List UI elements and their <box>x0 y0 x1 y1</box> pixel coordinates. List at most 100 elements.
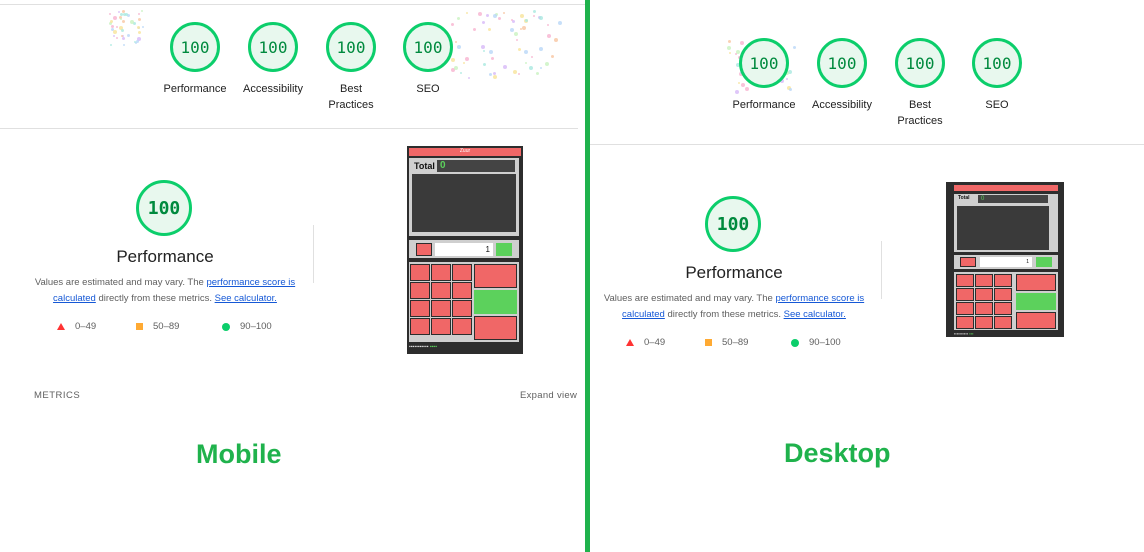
see-calculator-link[interactable]: See calculator. <box>215 293 277 304</box>
performance-title: Performance <box>685 263 783 282</box>
gauge-label: Accessibility <box>812 99 872 111</box>
confetti-dot <box>546 33 551 38</box>
gauge-best-practices[interactable]: 100 Best Practices <box>885 38 955 129</box>
confetti-dot <box>110 24 114 28</box>
thumb-key <box>410 318 430 335</box>
thumb-minus <box>416 243 432 256</box>
confetti-dot <box>467 76 470 79</box>
legend-average: 50–89 <box>705 337 748 348</box>
confetti-dot <box>126 34 130 38</box>
confetti-dot <box>513 32 518 37</box>
confetti-dot <box>523 49 528 54</box>
legend-pass: 90–100 <box>222 321 272 332</box>
confetti-dot <box>533 15 536 18</box>
confetti-dot <box>515 38 518 41</box>
confetti-dot <box>539 47 544 52</box>
confetti-dot <box>137 18 141 22</box>
expand-view-button[interactable]: Expand view <box>520 390 577 401</box>
legend-pass: 90–100 <box>791 337 841 348</box>
thumb-plus <box>1036 257 1052 267</box>
confetti-dot <box>121 20 125 24</box>
confetti-dot <box>123 44 126 47</box>
confetti-dot <box>492 74 497 79</box>
confetti-dot <box>140 10 143 13</box>
confetti-dot <box>540 67 543 70</box>
desktop-caption: Desktop <box>784 438 891 468</box>
confetti-dot <box>520 13 525 18</box>
thumb-footer: ▪▪▪▪▪▪▪▪▪▪ ▪▪▪ <box>954 331 974 336</box>
confetti-dot <box>536 72 539 76</box>
confetti-dot <box>518 47 522 51</box>
confetti-dot <box>550 54 554 58</box>
thumb-key <box>452 264 472 281</box>
see-calculator-link[interactable]: See calculator. <box>784 309 846 320</box>
confetti-dot <box>554 37 559 42</box>
vertical-separator <box>881 241 882 299</box>
performance-description: Values are estimated and may vary. The p… <box>34 277 296 304</box>
section-divider <box>590 144 1144 145</box>
confetti-dot <box>486 13 490 17</box>
top-border <box>0 4 585 5</box>
thumb-key <box>994 302 1012 315</box>
confetti-dot <box>466 12 469 15</box>
pass-circle-icon <box>791 338 799 347</box>
confetti-dot <box>488 28 492 32</box>
confetti-dot <box>493 13 498 18</box>
gauge-seo[interactable]: 100 SEO <box>962 38 1032 113</box>
thumb-key <box>975 302 993 315</box>
confetti-dot <box>547 24 550 27</box>
legend-average: 50–89 <box>136 321 179 332</box>
gauge-label: Best Practices <box>328 83 374 111</box>
confetti-dot <box>517 72 520 75</box>
performance-score-gauge: 100 <box>136 180 192 236</box>
confetti-dot <box>497 16 501 20</box>
thumb-total-label: Total <box>414 161 435 171</box>
thumb-key <box>956 274 974 287</box>
confetti-dot <box>513 69 518 74</box>
confetti-dot <box>137 31 141 35</box>
thumb-remove <box>1016 312 1056 329</box>
final-screenshot-thumbnail: Total 0 1 ▪▪▪▪▪▪▪▪▪▪ ▪▪▪ <box>946 182 1064 337</box>
confetti-dot <box>141 26 144 29</box>
gauge-accessibility[interactable]: 100 Accessibility <box>238 22 308 97</box>
legend-fail: 0–49 <box>626 337 665 348</box>
metrics-heading: METRICS <box>34 390 81 401</box>
confetti-dot <box>512 20 516 24</box>
thumb-key <box>994 316 1012 329</box>
pass-circle-icon <box>222 322 230 331</box>
confetti-dot <box>539 15 544 20</box>
fail-triangle-icon <box>57 323 65 330</box>
gauge-accessibility[interactable]: 100 Accessibility <box>807 38 877 113</box>
thumb-total-value: 0 <box>978 195 1048 203</box>
confetti-dot <box>489 50 494 55</box>
vertical-separator <box>313 225 314 283</box>
gauge-score: 100 <box>170 22 220 72</box>
gauge-performance[interactable]: 100 Performance <box>160 22 230 97</box>
thumb-footer: ▪▪▪▪▪▪▪▪▪▪▪ ▪▪▪▪ <box>409 344 437 350</box>
thumb-key <box>994 274 1012 287</box>
gauge-performance[interactable]: 100 Performance <box>729 38 799 113</box>
thumb-key <box>410 264 430 281</box>
thumb-plus <box>496 243 512 256</box>
confetti-dot <box>121 37 125 41</box>
confetti-dot <box>136 26 140 30</box>
gauge-label: Best Practices <box>897 99 943 127</box>
gauge-best-practices[interactable]: 100 Best Practices <box>316 22 386 113</box>
confetti-dot <box>482 49 485 52</box>
thumb-key <box>452 282 472 299</box>
confetti-dot <box>465 57 470 62</box>
confetti-dot <box>463 61 466 64</box>
confetti-dot <box>112 15 117 20</box>
thumb-key <box>975 274 993 287</box>
fail-triangle-icon <box>626 339 634 346</box>
thumb-key <box>431 282 451 299</box>
confetti-dot <box>137 12 140 15</box>
gauge-seo[interactable]: 100 SEO <box>393 22 463 97</box>
thumb-total-label: Total <box>958 195 970 201</box>
confetti-dot <box>472 27 476 31</box>
gauge-label: SEO <box>416 83 440 95</box>
confetti-dot <box>116 36 119 39</box>
confetti-dot <box>521 25 526 30</box>
confetti-dot <box>502 64 507 69</box>
thumb-key <box>956 316 974 329</box>
